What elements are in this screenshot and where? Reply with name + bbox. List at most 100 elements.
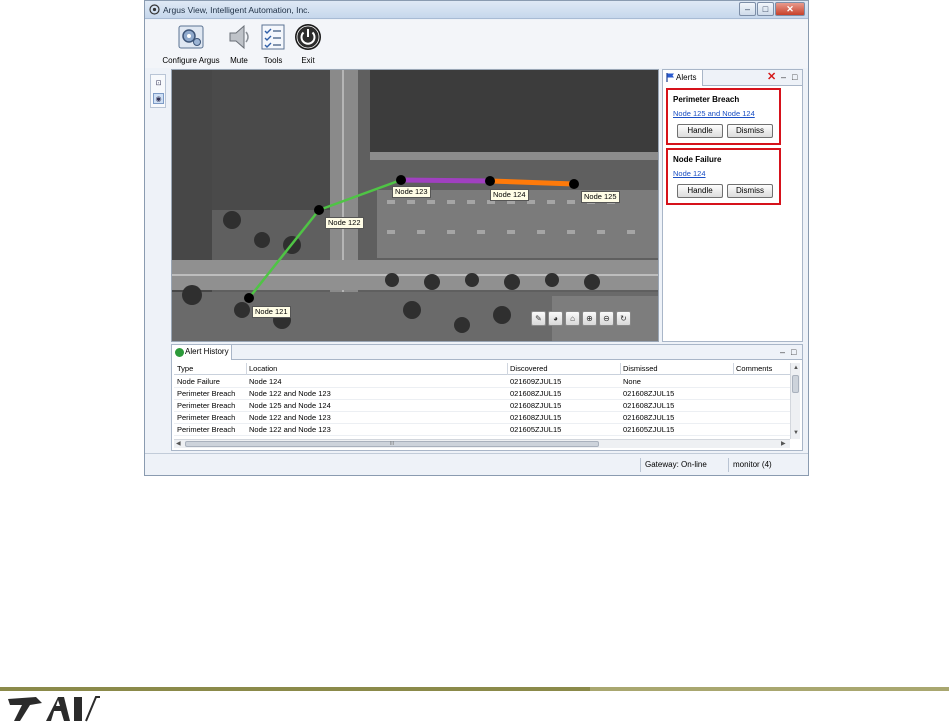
node-123-marker[interactable] [396,175,406,185]
configure-argus-button[interactable]: Configure Argus [161,23,221,65]
link-124-125 [489,178,575,187]
node-125-marker[interactable] [569,179,579,189]
checklist-icon [261,24,285,50]
cell-dismissed: 021608ZJUL15 [623,389,675,398]
node-122-label: Node 122 [325,217,364,229]
node-121-marker[interactable] [244,293,254,303]
gateway-status: Gateway: On-line [640,458,728,472]
minimize-panel-icon[interactable]: – [780,346,785,358]
cell-discovered: 021605ZJUL15 [510,425,562,434]
minimize-button[interactable]: – [739,2,756,16]
tab-label: Alert History [185,347,229,356]
satellite-map[interactable]: Node 121 Node 122 Node 123 Node 124 Node… [171,69,659,342]
horizontal-scroll-thumb[interactable]: III [185,441,599,447]
alert-title: Node Failure [673,155,722,164]
zoom-out-icon[interactable]: ⊖ [599,311,614,326]
cell-location: Node 122 and Node 123 [249,389,331,398]
alerts-panel: Alerts ✕ – □ Perimeter Breach Node 125 a… [662,69,803,342]
cell-type: Node Failure [177,377,220,386]
node-121-label: Node 121 [252,306,291,318]
exit-button[interactable]: Exit [293,23,323,65]
vertical-scroll-thumb[interactable] [792,375,799,393]
maximize-panel-icon[interactable]: □ [791,346,796,358]
table-row[interactable]: Perimeter Breach Node 122 and Node 123 0… [174,412,790,424]
status-bar: Gateway: On-line monitor (4) [145,453,808,475]
window-title: Argus View, Intelligent Automation, Inc. [163,5,310,15]
main-toolbar: Configure Argus Mute Tools Exit [145,20,808,68]
cell-dismissed: 021608ZJUL15 [623,413,675,422]
alert-history-panel: Alert History – □ Type Location Discover… [171,344,803,451]
flag-icon [666,73,674,82]
refresh-icon[interactable]: ↻ [616,311,631,326]
handle-button[interactable]: Handle [677,184,723,198]
cell-dismissed: None [623,377,641,386]
tab-alert-history[interactable]: Alert History [172,345,232,360]
color-wheel-icon[interactable]: ◕ [548,311,563,326]
scroll-down-icon[interactable]: ▼ [793,429,799,437]
cell-discovered: 021609ZJUL15 [510,377,562,386]
column-header[interactable]: Dismissed [623,363,658,375]
zoom-in-icon[interactable]: ⊕ [582,311,597,326]
handle-button[interactable]: Handle [677,124,723,138]
scroll-left-icon[interactable]: ◀ [176,440,181,448]
title-bar: Argus View, Intelligent Automation, Inc.… [145,1,808,19]
table-row[interactable]: Perimeter Breach Node 125 and Node 124 0… [174,400,790,412]
horizontal-scrollbar[interactable]: ◀ III ▶ [174,439,790,448]
toolbar-label: Tools [263,56,283,65]
iai-logo [8,696,100,722]
cell-dismissed: 021605ZJUL15 [623,425,675,434]
maximize-button[interactable]: □ [757,2,774,16]
minimized-view-strip: ⊡ ◉ [150,74,166,108]
alerts-tab-bar: Alerts ✕ – □ [663,70,802,86]
restore-view-icon[interactable]: ⊡ [153,78,164,89]
cell-type: Perimeter Breach [177,389,236,398]
alert-location-link[interactable]: Node 124 [673,169,706,178]
node-124-marker[interactable] [485,176,495,186]
cell-type: Perimeter Breach [177,401,236,410]
close-button[interactable]: ✕ [775,2,805,16]
mute-button[interactable]: Mute [224,23,254,65]
cell-type: Perimeter Breach [177,425,236,434]
cell-type: Perimeter Breach [177,413,236,422]
alert-title: Perimeter Breach [673,95,740,104]
node-123-label: Node 123 [392,186,431,198]
configure-icon [178,25,204,49]
home-icon[interactable]: ⌂ [565,311,580,326]
cell-location: Node 122 and Node 123 [249,413,331,422]
column-header[interactable]: Discovered [510,363,548,375]
map-view-icon[interactable]: ◉ [153,93,164,104]
cell-location: Node 125 and Node 124 [249,401,331,410]
history-tab-bar: Alert History – □ [172,345,802,360]
node-125-label: Node 125 [581,191,620,203]
cell-location: Node 124 [249,377,282,386]
dismiss-button[interactable]: Dismiss [727,184,773,198]
argus-view-window: Argus View, Intelligent Automation, Inc.… [144,0,809,476]
clear-alerts-icon[interactable]: ✕ [767,70,776,85]
pencil-icon[interactable]: ✎ [531,311,546,326]
alert-card: Perimeter Breach Node 125 and Node 124 H… [666,88,781,145]
cell-discovered: 021608ZJUL15 [510,401,562,410]
alert-location-link[interactable]: Node 125 and Node 124 [673,109,755,118]
column-header[interactable]: Comments [736,363,772,375]
link-123-124 [400,177,491,184]
table-row[interactable]: Perimeter Breach Node 122 and Node 123 0… [174,424,790,436]
scroll-right-icon[interactable]: ▶ [781,440,786,448]
node-122-marker[interactable] [314,205,324,215]
table-row[interactable]: Perimeter Breach Node 122 and Node 123 0… [174,388,790,400]
scroll-up-icon[interactable]: ▲ [793,364,799,372]
column-header[interactable]: Location [249,363,277,375]
maximize-panel-icon[interactable]: □ [792,71,797,83]
vertical-scrollbar[interactable]: ▲ ▼ [790,363,800,439]
minimize-panel-icon[interactable]: – [781,71,786,83]
map-canvas [172,70,658,341]
dismiss-button[interactable]: Dismiss [727,124,773,138]
tab-alerts[interactable]: Alerts [663,70,703,86]
footer-rule-accent [590,687,949,691]
alert-card: Node Failure Node 124 Handle Dismiss [666,148,781,205]
cell-discovered: 021608ZJUL15 [510,413,562,422]
table-row[interactable]: Node Failure Node 124 021609ZJUL15 None [174,376,790,388]
app-icon [149,4,160,15]
column-header[interactable]: Type [177,363,193,375]
tools-button[interactable]: Tools [258,23,288,65]
cell-location: Node 122 and Node 123 [249,425,331,434]
